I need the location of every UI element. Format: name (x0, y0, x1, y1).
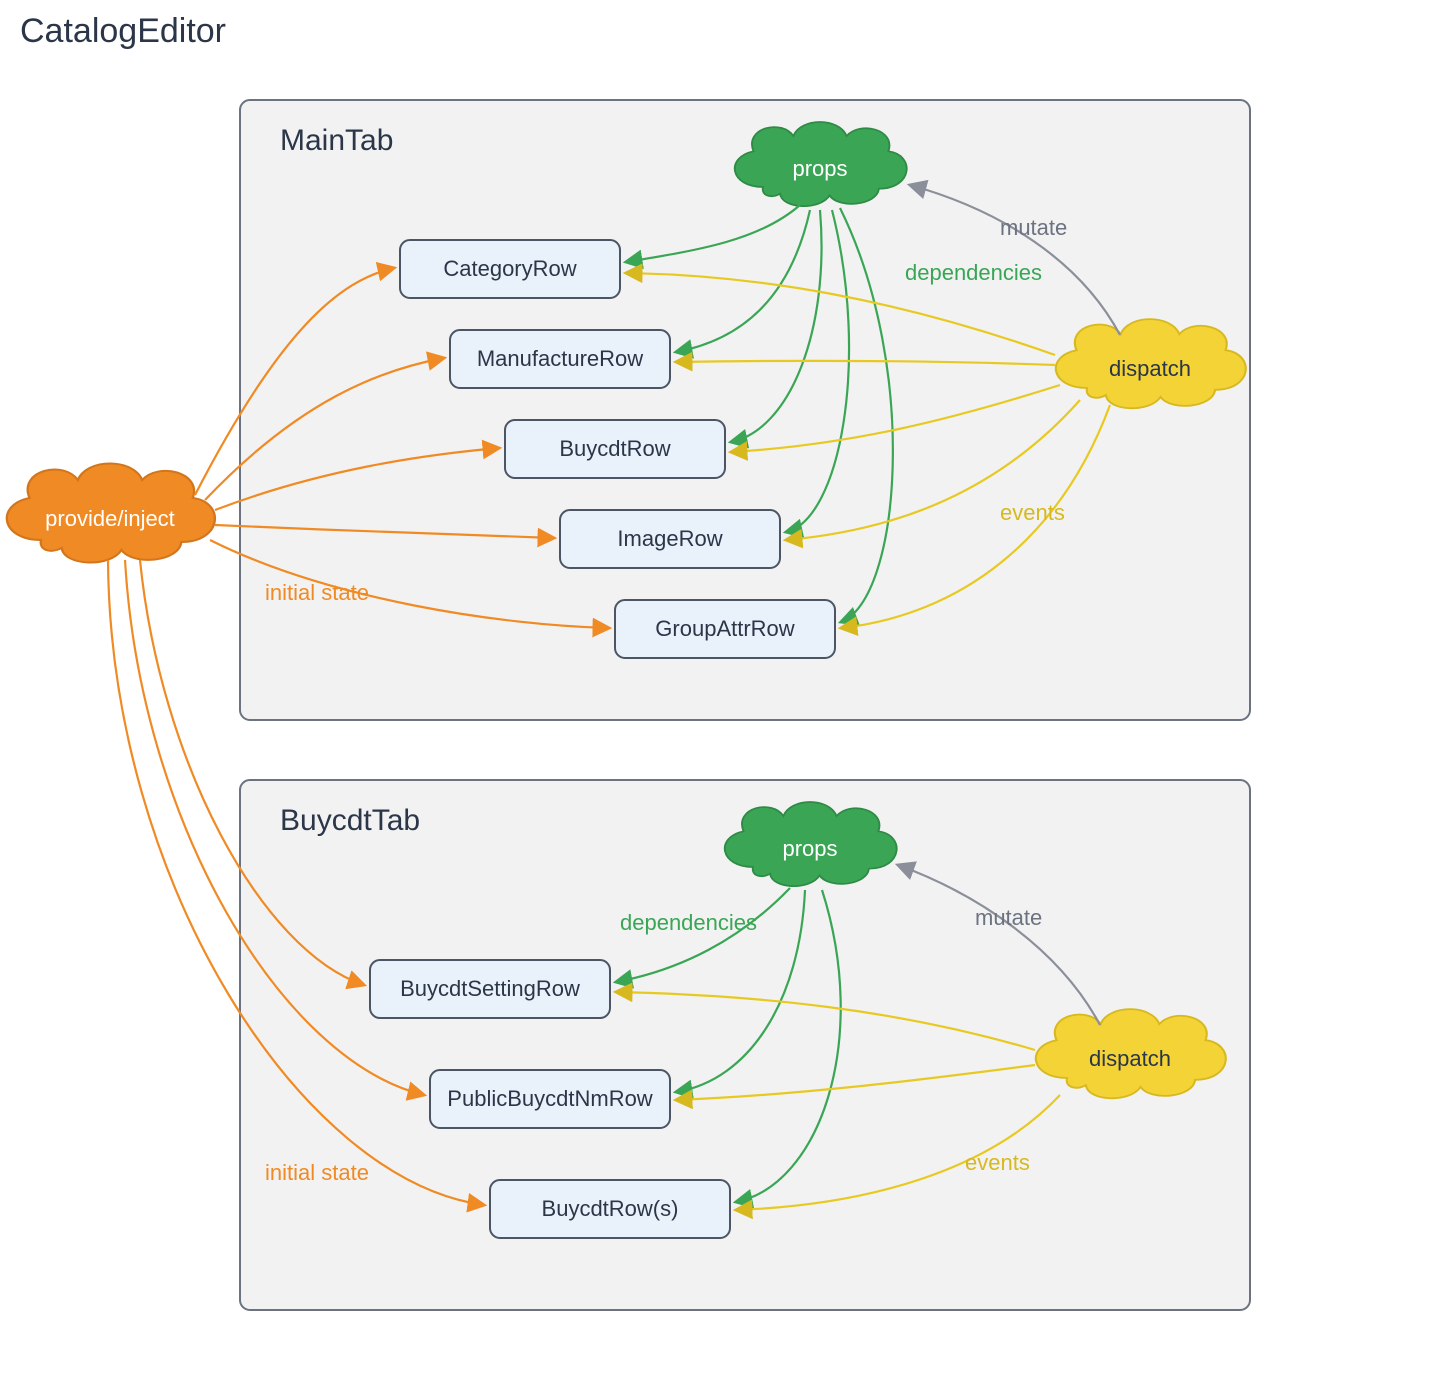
page-title: CatalogEditor (20, 12, 226, 50)
label-events-buycdt: events (965, 1150, 1030, 1175)
row-category: CategoryRow (400, 240, 620, 298)
diagram-canvas: CatalogEditor provide/inject MainTab Cat… (0, 0, 1433, 1380)
dispatch-label-main: dispatch (1109, 356, 1191, 381)
tab-main: MainTab CategoryRow ManufactureRow Buycd… (240, 100, 1250, 720)
row-image-label: ImageRow (617, 526, 722, 551)
label-dependencies-buycdt: dependencies (620, 910, 757, 935)
row-public-buycdtnm: PublicBuycdtNmRow (430, 1070, 670, 1128)
provide-inject-label: provide/inject (45, 506, 175, 531)
label-mutate-main: mutate (1000, 215, 1067, 240)
tab-main-title: MainTab (280, 124, 393, 157)
row-buycdt-rows: BuycdtRow(s) (490, 1180, 730, 1238)
row-buycdt-setting-label: BuycdtSettingRow (400, 976, 580, 1001)
props-label-buycdt: props (782, 836, 837, 861)
tab-buycdt: BuycdtTab BuycdtSettingRow PublicBuycdtN… (240, 780, 1250, 1310)
row-buycdt: BuycdtRow (505, 420, 725, 478)
row-category-label: CategoryRow (443, 256, 576, 281)
row-buycdt-setting: BuycdtSettingRow (370, 960, 610, 1018)
row-manufacture-label: ManufactureRow (477, 346, 643, 371)
label-dependencies-main: dependencies (905, 260, 1042, 285)
label-events-main: events (1000, 500, 1065, 525)
row-buycdt-label: BuycdtRow (559, 436, 670, 461)
dispatch-label-buycdt: dispatch (1089, 1046, 1171, 1071)
row-buycdt-rows-label: BuycdtRow(s) (542, 1196, 679, 1221)
row-manufacture: ManufactureRow (450, 330, 670, 388)
tab-buycdt-title: BuycdtTab (280, 804, 420, 837)
row-groupattr-label: GroupAttrRow (655, 616, 794, 641)
label-initialstate-buycdt: initial state (265, 1160, 369, 1185)
props-label-main: props (792, 156, 847, 181)
row-groupattr: GroupAttrRow (615, 600, 835, 658)
label-mutate-buycdt: mutate (975, 905, 1042, 930)
row-public-buycdtnm-label: PublicBuycdtNmRow (447, 1086, 653, 1111)
row-image: ImageRow (560, 510, 780, 568)
label-initialstate-main: initial state (265, 580, 369, 605)
